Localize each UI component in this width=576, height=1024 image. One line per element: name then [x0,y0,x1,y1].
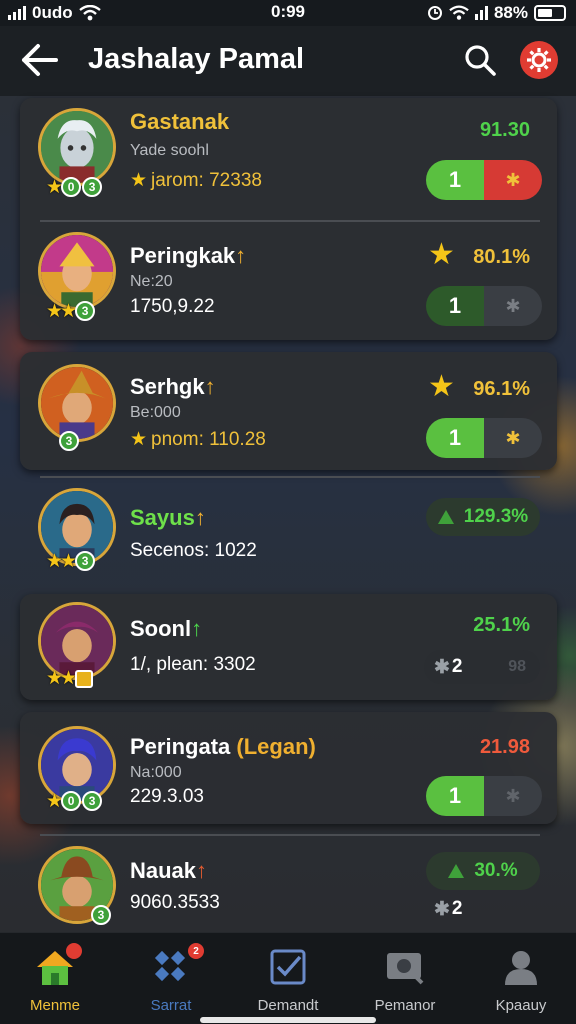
player-name: Soonl↑ [130,616,203,641]
nav-item-home[interactable]: Menme [0,943,110,1014]
player-subtitle: Ne:20 [130,273,173,290]
page-title: Jashalay Pamal [88,43,305,75]
growth-pill: 30.% [426,852,540,890]
player-name: Sayus↑ [130,505,206,530]
puzzle-icon: ✱ [434,898,450,920]
avatar[interactable] [38,232,116,310]
player-name: Serhgk↑ [130,374,216,399]
rank-badges: 3 [90,905,111,925]
toggle-value: 1 [426,418,484,458]
search-icon[interactable] [462,42,498,78]
player-score: 129.3% [463,506,529,527]
rank-badges: ★ ★ [46,669,94,688]
wifi-icon-right [449,5,469,20]
rank-up-icon: ↑ [235,243,247,268]
puzzle-icon: ✱ [484,418,542,458]
puzzle-icon: ✱ [484,160,542,200]
toggle-value: 1 [426,776,484,816]
stat-chip[interactable]: ✱ 2 98 [424,650,540,684]
growth-pill: 129.3% [426,498,540,536]
nav-label: Kpaauy [495,997,547,1014]
player-score: 96.1% [473,378,530,400]
vote-toggle[interactable]: 1 ✱ [426,776,542,816]
nav-label: Sarrat [150,997,192,1014]
grid-icon [154,950,186,982]
notification-dot [66,943,82,959]
rank-up-icon: ↑ [194,505,206,530]
vote-toggle[interactable]: 1 ✱ [426,160,542,200]
star-icon: ★ [130,170,148,191]
divider [40,220,540,222]
player-score: 91.30 [479,119,530,141]
player-name: Peringkak↑ [130,243,247,268]
nav-label: Demandt [257,997,319,1014]
nav-label: Menme [29,997,81,1014]
gear-icon [527,48,551,72]
back-arrow-icon[interactable] [20,42,60,78]
checklist-icon [270,949,306,985]
player-score: 80.1% [473,246,530,268]
player-subtitle: Yade soohl [130,142,209,159]
player-name: Nauak↑ [130,858,208,883]
nav-label: Pemanor [374,997,436,1014]
player-detail: 1750,9.22 [130,296,215,317]
user-icon [505,951,537,985]
player-detail: 1/, plean: 3302 [130,654,256,675]
alarm-icon [427,6,442,20]
monitor-icon [387,953,424,985]
nav-item-profile[interactable]: Kpaauy [466,945,576,1014]
player-subtitle: Be:000 [130,404,181,421]
settings-button[interactable] [520,41,558,79]
divider [40,476,540,478]
vote-toggle[interactable]: 1 ✱ [426,286,542,326]
vote-toggle[interactable]: 1 ✱ [426,418,542,458]
player-score: 30.% [474,860,518,881]
bottom-navigation: Menme 2 Sarrat Demandt Pemanor Kpaauy [0,932,576,1024]
player-name: Gastanak [130,109,230,134]
player-detail: Secenos: 1022 [130,540,257,561]
player-detail: ★ jarom: 72338 [130,170,262,191]
notification-badge: 2 [188,943,204,959]
player-score: 21.98 [479,736,530,758]
nav-item-monitor[interactable]: Pemanor [350,945,460,1014]
status-bar: 0udo 0:99 88% [0,0,576,26]
battery-icon [534,5,566,21]
player-detail: 9060.3533 [130,892,220,913]
cell-signal-icon [474,6,488,20]
trend-up-icon [437,510,454,524]
toggle-value: 1 [426,160,484,200]
divider [40,834,540,836]
rank-badges: ★ ★ 3 [46,301,96,321]
rank-badges: 3 [58,431,79,451]
rank-badges: ★ 0 3 [46,791,103,811]
avatar[interactable] [38,108,116,186]
rank-up-icon: ↑ [196,858,208,883]
star-icon: ★ [130,429,148,450]
rank-badges: ★ 0 3 [46,177,103,197]
rank-badges: ★ ★ 3 [46,551,96,571]
nav-item-search[interactable]: 2 Sarrat [116,943,226,1014]
stat-chip[interactable]: ✱ 2 [424,892,504,926]
player-detail: ★ pnom: 110.28 [130,429,266,450]
nav-item-demand[interactable]: Demandt [233,945,343,1014]
player-detail: 229.3.03 [130,786,204,807]
puzzle-icon: ✱ [434,656,450,678]
trend-up-icon [448,864,465,878]
player-subtitle: Na:000 [130,764,182,781]
player-score: 25.1% [473,614,530,636]
toggle-value: 1 [426,286,484,326]
app-header: Jashalay Pamal [0,26,576,96]
rank-up-icon: ↑ [191,616,203,641]
rank-up-icon: ↑ [204,374,216,399]
player-name: Peringata (Legan) [130,734,316,759]
puzzle-icon: ✱ [484,286,542,326]
battery-percent: 88% [493,3,528,22]
home-indicator [200,1017,376,1023]
puzzle-icon: ✱ [484,776,542,816]
